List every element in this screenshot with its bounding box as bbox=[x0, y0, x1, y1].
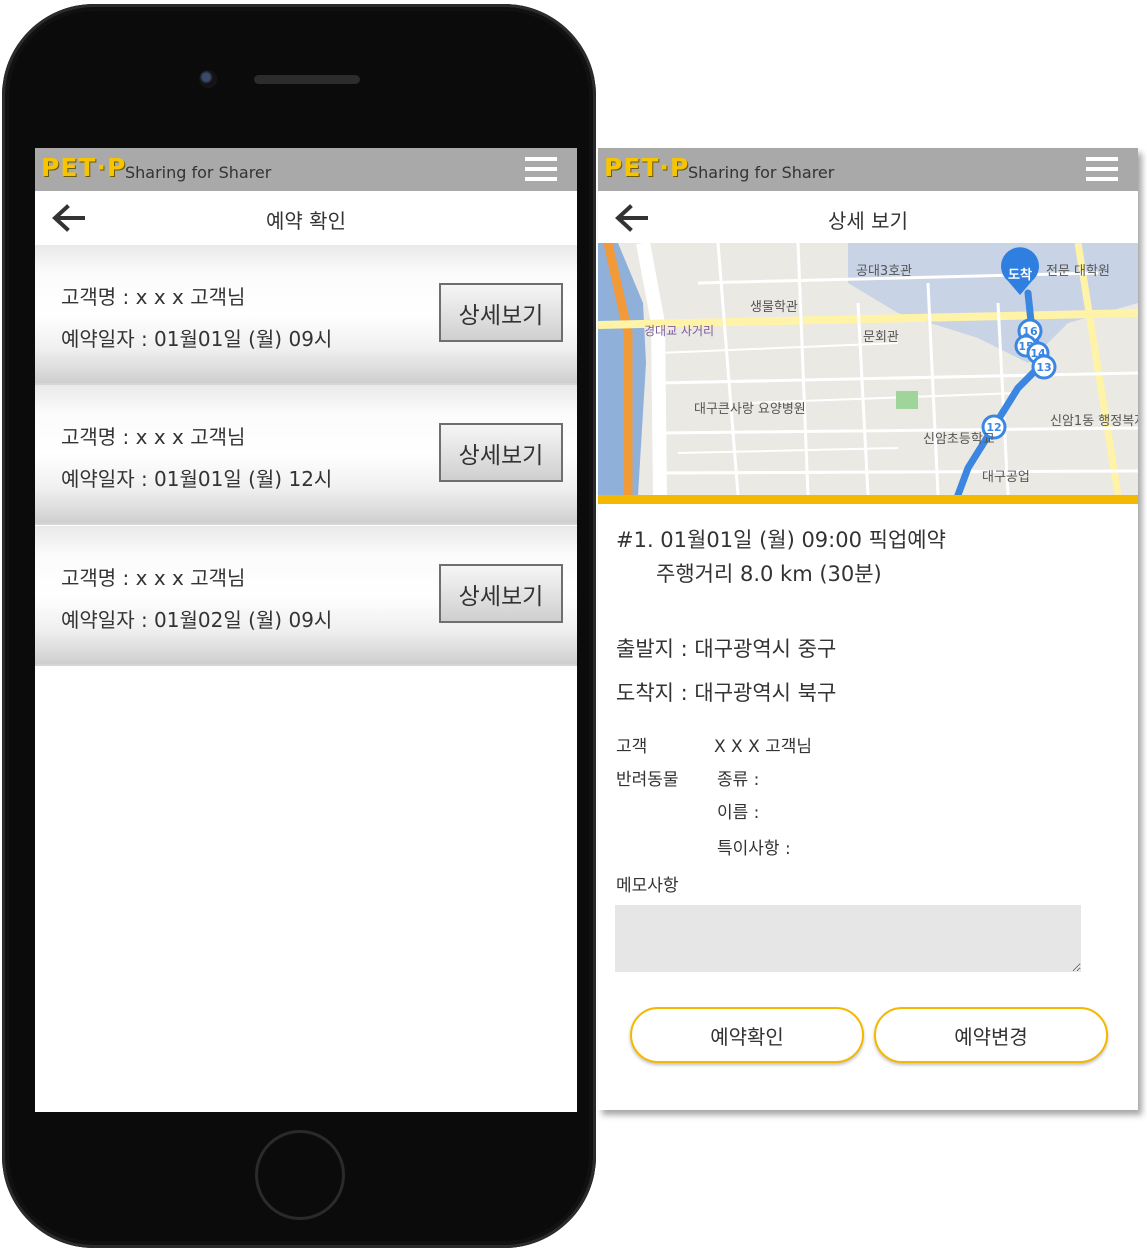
customer-name: 고객명 : x x x 고객님 bbox=[61, 425, 246, 449]
pet-notes-label: 특이사항 : bbox=[717, 839, 791, 859]
map-label: 생물학관 bbox=[750, 300, 798, 315]
map-label: 신암초등학교 bbox=[923, 432, 995, 447]
app-logo: PET·P bbox=[604, 153, 690, 182]
reservation-card: 고객명 : x x x 고객님 예약일자 : 01월01일 (월) 12시 상세… bbox=[35, 385, 577, 525]
earpiece-speaker bbox=[254, 75, 360, 84]
confirm-reservation-button[interactable]: 예약확인 bbox=[630, 1007, 864, 1063]
origin-address: 출발지 : 대구광역시 중구 bbox=[616, 637, 837, 661]
phone-frame: PET·P Sharing for Sharer 예약 확인 고객명 : x x… bbox=[2, 4, 596, 1248]
route-stop-label: 13 bbox=[1036, 361, 1051, 374]
driving-distance: 주행거리 8.0 km (30분) bbox=[656, 562, 882, 586]
view-details-button[interactable]: 상세보기 bbox=[439, 564, 563, 623]
app-header: PET·P Sharing for Sharer bbox=[35, 148, 577, 191]
reservation-date: 예약일자 : 01월01일 (월) 12시 bbox=[61, 467, 333, 491]
home-button[interactable] bbox=[255, 1130, 345, 1220]
page-title: 상세 보기 bbox=[828, 209, 908, 233]
customer-label: 고객 bbox=[616, 737, 648, 757]
memo-field[interactable] bbox=[615, 905, 1081, 972]
view-details-button[interactable]: 상세보기 bbox=[439, 283, 563, 342]
pet-name-label: 이름 : bbox=[717, 803, 760, 823]
reservation-list-screen: PET·P Sharing for Sharer 예약 확인 고객명 : x x… bbox=[35, 148, 577, 1112]
map-label: 신암1동 행정복지센터 bbox=[1050, 413, 1138, 429]
app-logo: PET·P bbox=[41, 153, 127, 182]
map-label: 문회관 bbox=[863, 330, 899, 345]
map-label: 대구큰사랑 요양병원 bbox=[694, 402, 806, 417]
app-tagline: Sharing for Sharer bbox=[688, 163, 835, 182]
map-divider bbox=[598, 495, 1138, 504]
route-map[interactable]: 16 15 14 13 12 도착 공대3호관 생물학관 문회관 경대교 사거리… bbox=[598, 243, 1138, 495]
page-title: 예약 확인 bbox=[266, 209, 346, 233]
title-bar: 예약 확인 bbox=[35, 191, 577, 245]
map-graphic: 16 15 14 13 12 도착 공대3호관 생물학관 문회관 경대교 사거리… bbox=[598, 243, 1138, 495]
map-label: 대구공업 bbox=[982, 470, 1030, 485]
customer-value: X X X 고객님 bbox=[714, 737, 813, 757]
map-label: 전문 대학원 bbox=[1046, 264, 1110, 279]
customer-name: 고객명 : x x x 고객님 bbox=[61, 566, 246, 590]
title-bar: 상세 보기 bbox=[598, 191, 1138, 245]
map-label: 공대3호관 bbox=[856, 264, 912, 279]
pet-kind-label: 종류 : bbox=[717, 770, 760, 790]
pickup-summary: #1. 01월01일 (월) 09:00 픽업예약 bbox=[616, 528, 946, 552]
reservation-detail-screen: PET·P Sharing for Sharer 상세 보기 16 15 14 … bbox=[598, 148, 1138, 1110]
reservation-date: 예약일자 : 01월02일 (월) 09시 bbox=[61, 608, 333, 632]
front-camera bbox=[199, 70, 217, 88]
reservation-card: 고객명 : x x x 고객님 예약일자 : 01월02일 (월) 09시 상세… bbox=[35, 526, 577, 666]
map-label: 경대교 사거리 bbox=[644, 324, 714, 338]
reservation-date: 예약일자 : 01월01일 (월) 09시 bbox=[61, 327, 333, 351]
hamburger-menu-icon[interactable] bbox=[525, 157, 557, 182]
reservation-card: 고객명 : x x x 고객님 예약일자 : 01월01일 (월) 09시 상세… bbox=[35, 245, 577, 385]
pet-label: 반려동물 bbox=[616, 770, 679, 790]
app-header: PET·P Sharing for Sharer bbox=[598, 148, 1138, 191]
app-tagline: Sharing for Sharer bbox=[125, 163, 272, 182]
view-details-button[interactable]: 상세보기 bbox=[439, 423, 563, 482]
hamburger-menu-icon[interactable] bbox=[1086, 157, 1118, 182]
change-reservation-button[interactable]: 예약변경 bbox=[874, 1007, 1108, 1063]
memo-label: 메모사항 bbox=[616, 876, 679, 896]
destination-address: 도착지 : 대구광역시 북구 bbox=[616, 681, 837, 705]
arrival-marker-label: 도착 bbox=[1008, 267, 1032, 283]
customer-name: 고객명 : x x x 고객님 bbox=[61, 285, 246, 309]
